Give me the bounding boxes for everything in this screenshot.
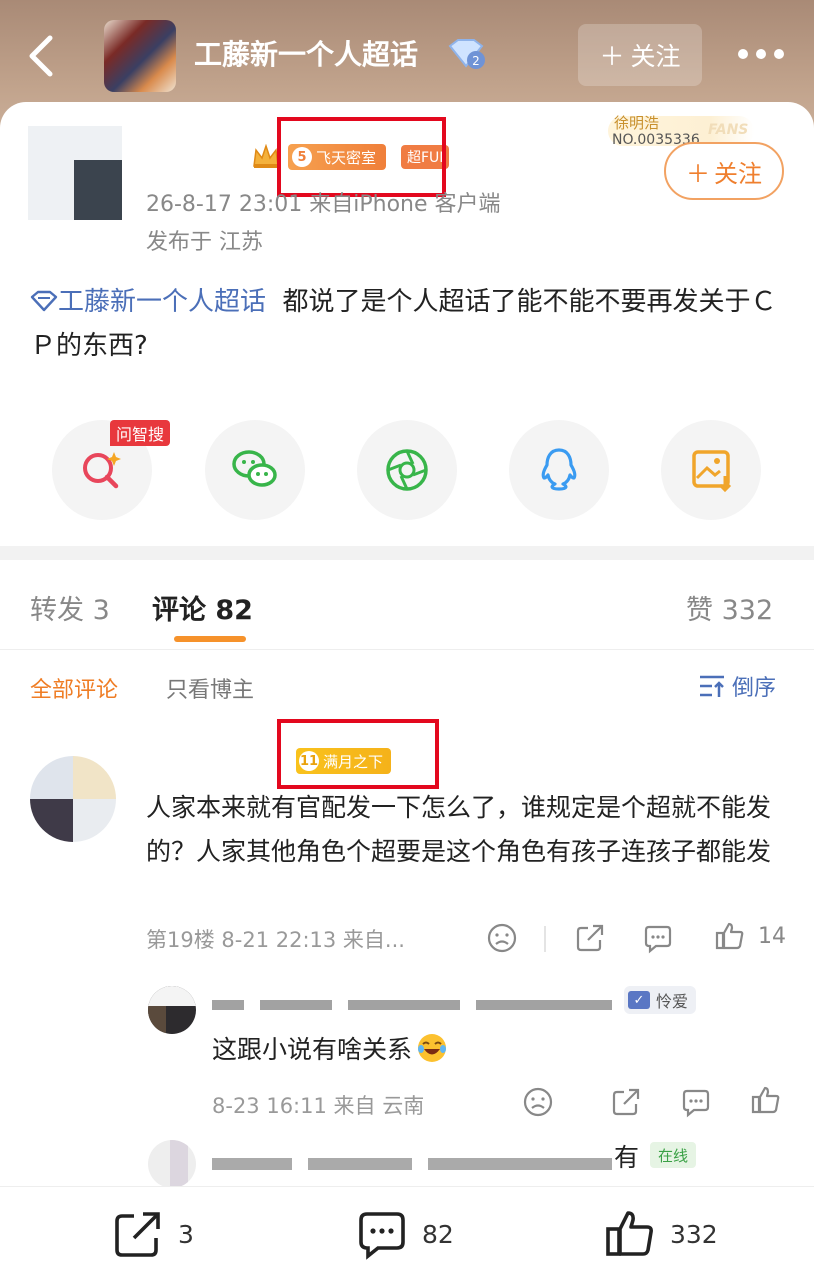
highlight-box	[277, 719, 439, 789]
post-meta: 26-8-17 23:01 来自iPhone 客户端	[146, 192, 501, 217]
topic-avatar[interactable]	[104, 20, 176, 92]
reply-dislike-button[interactable]	[522, 1086, 554, 1118]
dot	[774, 49, 784, 59]
thumbs-up-icon	[606, 1211, 653, 1256]
share-wechat-button[interactable]	[205, 420, 305, 520]
svg-text:2: 2	[472, 54, 480, 68]
comment-icon	[359, 1212, 405, 1260]
comment-meta: 第19楼 8-21 22:13 来自...	[146, 928, 405, 952]
thumbs-up-icon	[715, 922, 744, 950]
commenter-avatar[interactable]	[30, 756, 116, 842]
sad-face-icon	[523, 1087, 553, 1117]
diamond-level-icon: 2	[448, 39, 485, 69]
moments-icon	[386, 449, 428, 491]
share-comment-button[interactable]	[574, 922, 606, 954]
diamond-icon	[30, 290, 58, 312]
reply-quote-line	[212, 1140, 632, 1174]
topic-follow-button[interactable]: ＋ 关注	[578, 24, 702, 86]
chevron-left-icon	[29, 35, 53, 77]
filter-poster-only[interactable]: 只看博主	[166, 672, 254, 704]
ai-search-tag: 问智搜	[110, 420, 171, 446]
share-icon	[576, 924, 604, 952]
active-tab-indicator	[174, 636, 246, 642]
share-icon	[115, 1212, 160, 1257]
comment-icon	[682, 1089, 710, 1118]
plus-icon: ＋	[599, 42, 625, 71]
share-icon	[612, 1088, 640, 1116]
more-options-button[interactable]	[738, 44, 788, 64]
dislike-button[interactable]	[486, 922, 518, 954]
reply-text: 这跟小说有啥关系	[212, 1030, 448, 1066]
replier-avatar[interactable]	[148, 1140, 196, 1188]
sort-button[interactable]: 倒序	[698, 670, 776, 702]
topic-link[interactable]: 工藤新一个人超话	[30, 287, 266, 317]
post-location: 发布于 江苏	[146, 230, 263, 255]
sad-face-icon	[487, 923, 517, 953]
wechat-icon	[232, 450, 277, 487]
reply-badge[interactable]: ✓ 怜爱	[624, 986, 697, 1014]
save-image-button[interactable]	[661, 420, 761, 520]
save-image-icon	[692, 450, 732, 493]
dot	[756, 49, 766, 59]
author-avatar[interactable]	[28, 126, 122, 220]
post-body: 工藤新一个人超话 都说了是个人超话了能不能不要再发关于ＣＰ的东西?	[30, 280, 786, 368]
reply-share-button[interactable]	[610, 1086, 642, 1118]
laugh-emoji-icon	[418, 1034, 447, 1062]
author-follow-button[interactable]: ＋ 关注	[664, 142, 784, 200]
crown-icon	[253, 144, 279, 168]
filter-all-comments[interactable]: 全部评论	[30, 672, 118, 704]
share-qq-button[interactable]	[509, 420, 609, 520]
back-button[interactable]	[22, 34, 62, 78]
reply-comment-button[interactable]	[642, 922, 674, 954]
reply-quote-line	[212, 980, 612, 1010]
repost-button[interactable]: 3	[112, 1208, 194, 1260]
plus-icon: ＋	[686, 159, 710, 188]
ai-search-icon	[83, 452, 121, 489]
comment-text: 人家本来就有官配发一下怎么了，谁规定是个超就不能发的？人家其他角色个超要是这个角…	[146, 793, 772, 866]
like-comment-button[interactable]	[714, 920, 746, 952]
thumbs-up-icon	[751, 1086, 780, 1114]
replier-avatar[interactable]	[148, 986, 196, 1034]
highlight-box	[277, 117, 446, 197]
reply-comment-button[interactable]	[680, 1086, 712, 1118]
topic-title[interactable]: 工藤新一个人超话	[194, 33, 418, 73]
section-divider	[0, 546, 814, 560]
comment-like-count: 14	[758, 924, 786, 949]
sort-icon	[700, 675, 724, 697]
tab-comment[interactable]: 评论 82	[152, 588, 253, 627]
reply-meta: 8-23 16:11 来自 云南	[212, 1094, 425, 1118]
qq-icon	[541, 448, 577, 491]
dot	[738, 49, 748, 59]
reply-like-button[interactable]	[750, 1084, 782, 1116]
comment-icon	[644, 925, 672, 954]
reply-text-tail: 有	[614, 1143, 640, 1172]
comment-button[interactable]: 82	[356, 1208, 454, 1260]
tab-repost[interactable]: 转发 3	[30, 588, 110, 627]
like-button[interactable]: 332	[604, 1208, 718, 1260]
checkmark-icon: ✓	[628, 991, 650, 1009]
separator	[544, 926, 546, 952]
tab-like[interactable]: 赞 332	[686, 588, 773, 627]
share-moments-button[interactable]	[357, 420, 457, 520]
online-status-badge: 在线	[650, 1142, 697, 1168]
